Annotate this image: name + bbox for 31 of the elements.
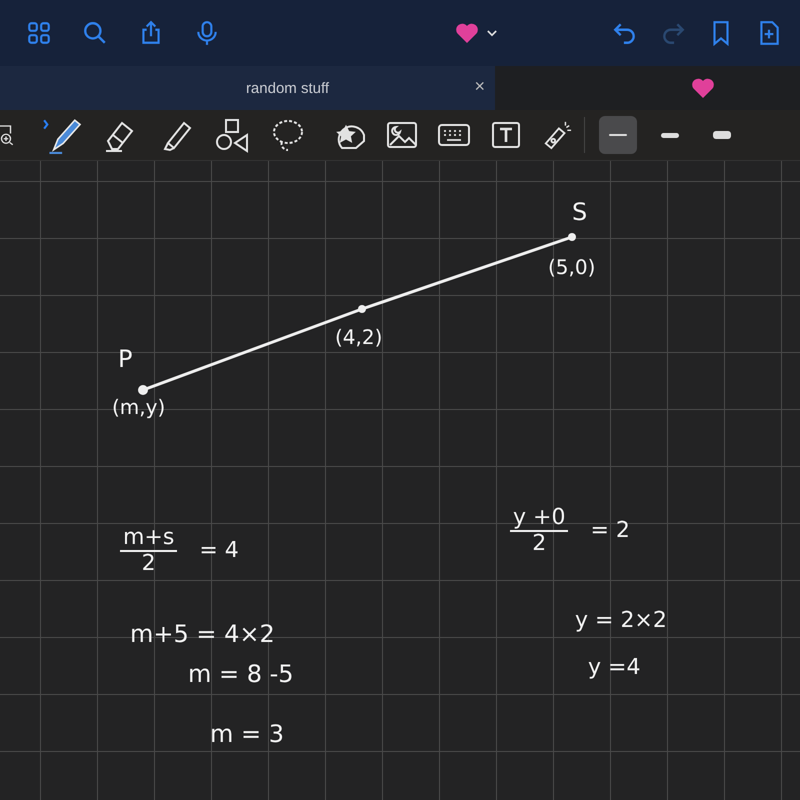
shapes-icon[interactable] (214, 117, 250, 153)
stroke-width-button[interactable] (599, 116, 637, 154)
handwritten-numerator: m+s (120, 526, 178, 552)
tab-title: random stuff (246, 80, 330, 96)
handwritten-note: S (572, 199, 588, 226)
keyboard-icon[interactable] (438, 123, 470, 147)
handwritten-note: y = 2×2 (575, 609, 667, 634)
laser-pointer-icon[interactable] (542, 119, 572, 151)
handwritten-note: m = 3 (210, 721, 284, 748)
handwritten-numerator: y +0 (510, 506, 568, 532)
document-tab[interactable]: random stuff × (0, 66, 495, 110)
handwritten-note: (5,0) (548, 256, 596, 278)
handwritten-note: = 4 (199, 539, 239, 564)
image-icon[interactable] (386, 121, 418, 149)
handwritten-note: = 2 (590, 519, 630, 544)
search-icon[interactable] (82, 20, 108, 46)
handwritten-note: (4,2) (335, 326, 382, 348)
handwritten-note: P (118, 346, 132, 372)
handwritten-note: y =4 (588, 656, 640, 680)
handwritten-denominator: 2 (532, 532, 546, 556)
grid-icon[interactable] (26, 20, 52, 46)
handwritten-denominator: 2 (142, 552, 156, 576)
handwritten-note: (m,y) (112, 396, 166, 418)
lasso-icon[interactable] (270, 117, 306, 153)
close-tab-button[interactable]: × (474, 76, 485, 97)
chevron-icon[interactable] (487, 30, 497, 36)
text-box-icon[interactable] (490, 121, 522, 149)
handwritten-note: m+5 = 4×2 (130, 621, 275, 648)
heart-icon[interactable] (690, 77, 714, 99)
heart-icon[interactable] (455, 22, 479, 44)
handwritten-note: m = 8 -5 (188, 661, 294, 688)
